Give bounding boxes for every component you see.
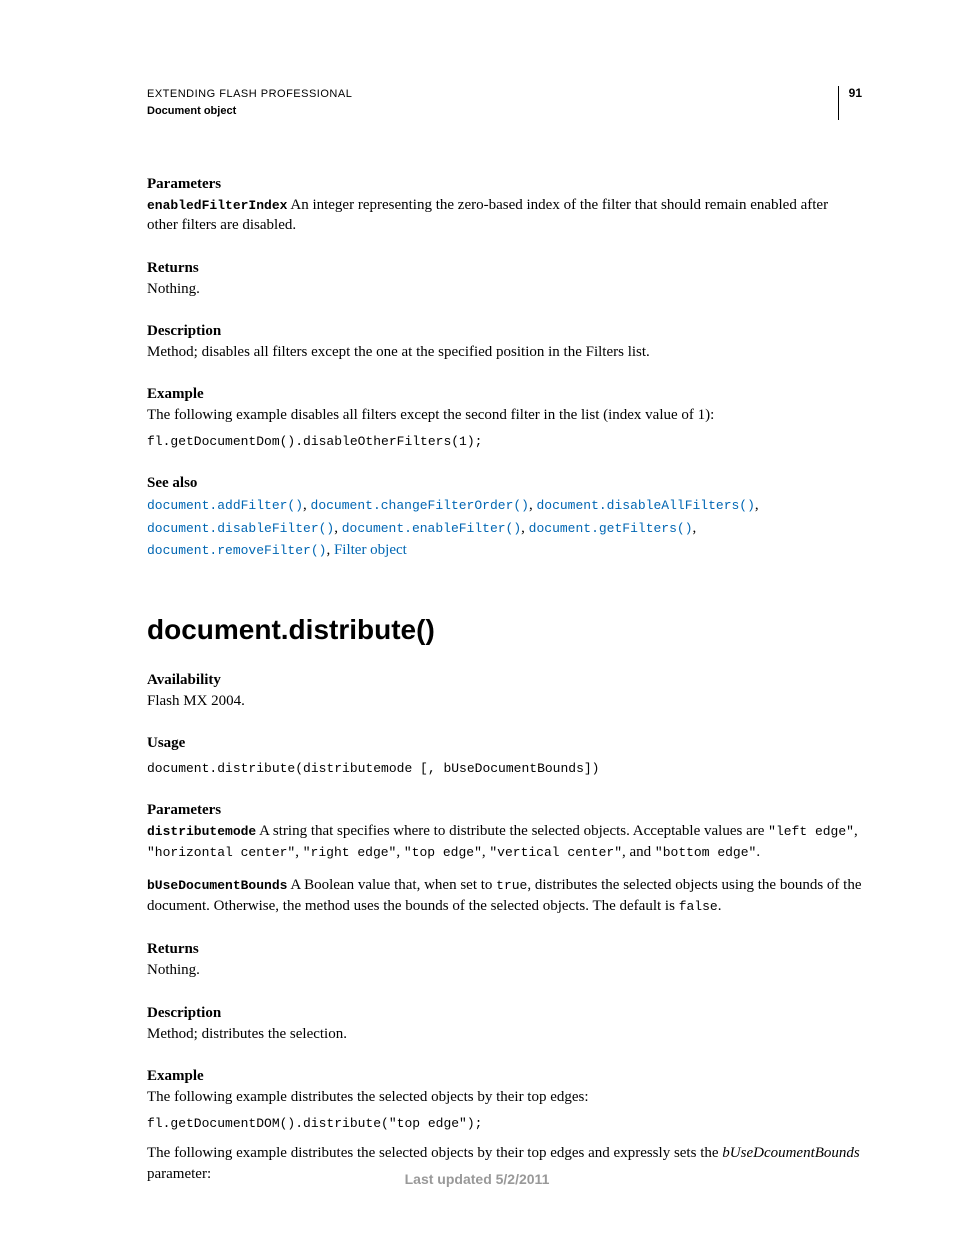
example-intro: The following example disables all filte… [147,405,862,425]
link-enableFilter[interactable]: document.enableFilter() [342,521,521,536]
link-changeFilterOrder[interactable]: document.changeFilterOrder() [311,498,529,513]
example-heading-2: Example [147,1068,862,1085]
description-text-2: Method; distributes the selection. [147,1024,862,1044]
example-code: fl.getDocumentDom().disableOtherFilters(… [147,433,862,451]
example-intro-2a: The following example distributes the se… [147,1087,862,1107]
link-addFilter[interactable]: document.addFilter() [147,498,303,513]
param-name: distributemode [147,824,256,839]
link-disableAllFilters[interactable]: document.disableAllFilters() [536,498,754,513]
link-removeFilter[interactable]: document.removeFilter() [147,543,326,558]
description-heading-2: Description [147,1005,862,1022]
availability-text: Flash MX 2004. [147,691,862,711]
param-bUseDocumentBounds: bUseDocumentBounds A Boolean value that,… [147,875,862,917]
param-name: bUseDocumentBounds [147,878,287,893]
header-title: EXTENDING FLASH PROFESSIONAL [147,86,352,103]
availability-heading: Availability [147,672,862,689]
method-title: document.distribute() [147,614,862,646]
example-heading: Example [147,386,862,403]
page-header: EXTENDING FLASH PROFESSIONAL Document ob… [147,86,862,120]
param-enabledFilterIndex: enabledFilterIndex An integer representi… [147,195,862,236]
seealso-links: document.addFilter(), document.changeFil… [147,494,862,562]
usage-heading: Usage [147,735,862,752]
param-name: enabledFilterIndex [147,198,287,213]
param-distributemode: distributemode A string that specifies w… [147,821,862,863]
link-getFilters[interactable]: document.getFilters() [529,521,693,536]
usage-code: document.distribute(distributemode [, bU… [147,760,862,778]
returns-heading-2: Returns [147,941,862,958]
page-number: 91 [838,86,862,120]
parameters-heading-2: Parameters [147,802,862,819]
link-disableFilter[interactable]: document.disableFilter() [147,521,334,536]
link-filter-object[interactable]: Filter object [334,542,407,558]
description-text: Method; disables all filters except the … [147,342,862,362]
header-subtitle: Document object [147,103,352,120]
returns-text-2: Nothing. [147,960,862,980]
parameters-heading: Parameters [147,176,862,193]
description-heading: Description [147,323,862,340]
example-code-2a: fl.getDocumentDOM().distribute("top edge… [147,1115,862,1133]
footer-updated: Last updated 5/2/2011 [0,1171,954,1187]
returns-text: Nothing. [147,279,862,299]
returns-heading: Returns [147,260,862,277]
seealso-heading: See also [147,475,862,492]
